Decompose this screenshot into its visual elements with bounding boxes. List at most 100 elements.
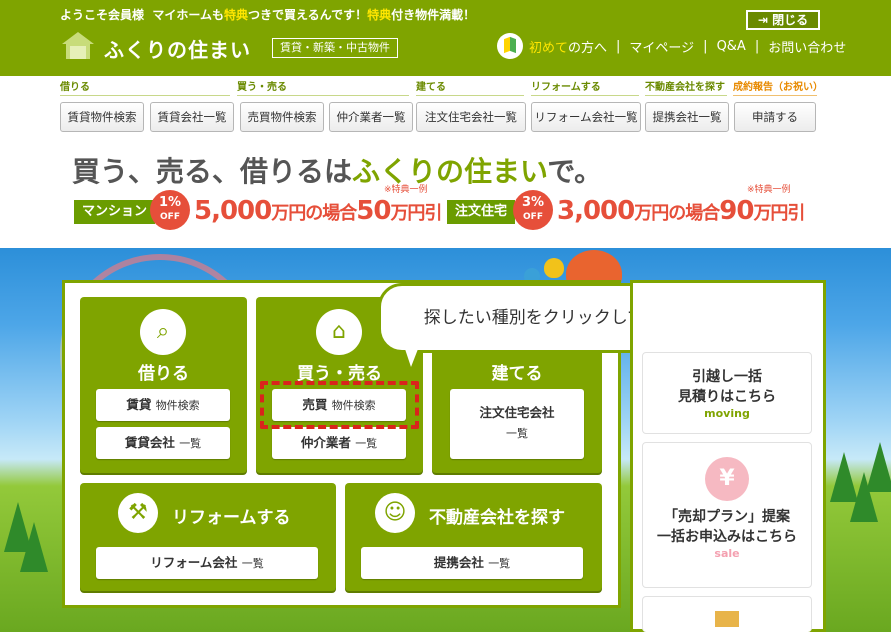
builder-list-b: 一覧 xyxy=(506,427,528,440)
moving-line2: 見積りはこちら xyxy=(678,389,776,405)
nav-separator: | xyxy=(754,38,760,54)
category-label-agency: 不動産会社を探す xyxy=(645,78,727,96)
nav-mypage[interactable]: マイページ xyxy=(629,37,694,56)
tools-icon: ⚒ xyxy=(118,493,158,533)
rent-company-b: 一覧 xyxy=(179,437,202,450)
nav-qa[interactable]: Q&A xyxy=(717,39,746,54)
rent-company-button[interactable]: 賃貸会社 一覧 xyxy=(96,427,230,459)
site-logo[interactable]: ふくりの住まい xyxy=(104,34,251,63)
sale-line2: 一括お申込みはこちら xyxy=(657,529,797,545)
nav-beginner-label: の方へ xyxy=(568,40,608,56)
rent-box: ⌕ 借りる 賃貸 物件検索 賃貸会社 一覧 xyxy=(80,297,247,473)
category-label-build: 建てる xyxy=(416,78,524,96)
promo-amount-a: 5,000 xyxy=(194,196,272,226)
sale-en: sale xyxy=(714,547,740,560)
category-label-reform: リフォームする xyxy=(531,78,639,96)
nav-builder-list-button[interactable]: 注文住宅会社一覧 xyxy=(416,102,526,132)
document-icon xyxy=(715,611,739,627)
rent-title: 借りる xyxy=(138,364,189,384)
house-icon: ⌂ xyxy=(316,309,362,355)
reform-title: リフォームする xyxy=(172,508,291,528)
nav-beginner[interactable]: 初めての方へ xyxy=(529,37,607,56)
category-label-rent: 借りる xyxy=(60,78,230,96)
discount-rate: 1% xyxy=(158,195,182,210)
close-label: 閉じる xyxy=(772,13,809,27)
promo-title-brand: ふくりの住まい xyxy=(352,155,548,188)
close-button[interactable]: ⇥ 閉じる xyxy=(746,10,820,30)
discount-badge: 1% OFF xyxy=(150,190,190,230)
welcome-text: ようこそ会員様 マイホームも特典つきで買えるんです！特典付き物件満載！ xyxy=(60,6,475,23)
promo-tag-custom-house: 注文住宅 xyxy=(447,200,516,224)
discount-rate: 3% xyxy=(521,195,545,210)
nav-beginner-highlight: 初めて xyxy=(529,40,569,56)
highlight-dashed-box xyxy=(260,381,419,429)
promo-title: 買う、売る、借りるはふくりの住まいで。 xyxy=(72,150,602,190)
promo-note: ※特典一例 xyxy=(747,185,791,195)
builder-list-button[interactable]: 注文住宅会社 一覧 xyxy=(450,389,584,459)
promo-amount-d: 万円引 xyxy=(390,203,442,224)
sale-plan-card[interactable]: ¥ 「売却プラン」提案 一括お申込みはこちら sale xyxy=(642,442,812,588)
beginner-mark-icon xyxy=(497,33,523,59)
promo-amount: 3,000万円の場合90万円引 xyxy=(557,196,805,226)
top-nav: 初めての方へ | マイページ | Q&A | お問い合わせ xyxy=(497,33,846,59)
nav-contact[interactable]: お問い合わせ xyxy=(768,37,846,56)
rent-search-button[interactable]: 賃貸 物件検索 xyxy=(96,389,230,421)
category-nav: 借りる 買う・売る 建てる リフォームする 不動産会社を探す 成約報告（お祝い）… xyxy=(0,78,891,138)
building-search-icon: ⌕ xyxy=(140,309,186,355)
discount-off: OFF xyxy=(160,212,180,222)
promo-title-c: で。 xyxy=(547,155,603,188)
partner-list-a: 提携会社 xyxy=(433,555,484,570)
agency-box: ☺ 不動産会社を探す 提携会社 一覧 xyxy=(345,483,602,591)
rent-search-b: 物件検索 xyxy=(155,399,200,412)
promo-amount-c: 90 xyxy=(719,196,754,226)
moving-estimate-card[interactable]: 引越し一括 見積りはこちら moving xyxy=(642,352,812,434)
nav-separator: | xyxy=(703,38,708,54)
reform-list-a: リフォーム会社 xyxy=(150,555,238,570)
partner-list-b: 一覧 xyxy=(488,557,511,570)
nav-sale-search-button[interactable]: 売買物件検索 xyxy=(240,102,324,132)
agency-title: 不動産会社を探す xyxy=(429,508,565,528)
promo-mansion[interactable]: マンション 1% OFF 5,000万円の場合50万円引 ※特典一例 xyxy=(74,185,444,230)
moving-en: moving xyxy=(704,407,750,420)
rent-company-a: 賃貸会社 xyxy=(124,435,175,450)
door-icon: ⇥ xyxy=(757,13,768,27)
sale-line1: 「売却プラン」提案 xyxy=(664,509,790,525)
rent-search-a: 賃貸 xyxy=(126,397,152,412)
promo-amount-d: 万円引 xyxy=(753,203,805,224)
discount-off: OFF xyxy=(523,212,543,222)
nav-reform-list-button[interactable]: リフォーム会社一覧 xyxy=(531,102,641,132)
welcome-msg: 付き物件満載！ xyxy=(391,8,476,22)
reform-list-button[interactable]: リフォーム会社 一覧 xyxy=(96,547,318,579)
promo-tag-mansion: マンション xyxy=(74,200,156,224)
broker-list-a: 仲介業者 xyxy=(300,435,351,450)
moving-line1: 引越し一括 xyxy=(692,369,762,385)
promo-title-a: 買う、売る、借りるは xyxy=(72,155,353,188)
reform-list-b: 一覧 xyxy=(241,557,264,570)
nav-separator: | xyxy=(616,38,621,54)
reform-box: ⚒ リフォームする リフォーム会社 一覧 xyxy=(80,483,336,591)
welcome-msg-highlight: 特典 xyxy=(367,8,392,22)
builder-list-a: 注文住宅会社 xyxy=(479,405,555,420)
welcome-msg: つきで買えるんです！ xyxy=(248,8,368,22)
yen-icon: ¥ xyxy=(705,457,749,501)
broker-list-button[interactable]: 仲介業者 一覧 xyxy=(272,427,406,459)
welcome-msg: マイホームも xyxy=(152,8,225,22)
promo-amount-b: 万円の場合 xyxy=(271,203,357,224)
house-logo-icon xyxy=(62,32,94,59)
partner-list-button[interactable]: 提携会社 一覧 xyxy=(361,547,583,579)
balloon-decoration xyxy=(544,258,564,278)
nav-rent-search-button[interactable]: 賃貸物件検索 xyxy=(60,102,144,132)
nav-partner-list-button[interactable]: 提携会社一覧 xyxy=(645,102,729,132)
logo-tagline: 賃貸・新築・中古物件 xyxy=(272,38,398,58)
build-title: 建てる xyxy=(491,364,543,384)
nav-rent-company-button[interactable]: 賃貸会社一覧 xyxy=(150,102,234,132)
side-card-partial[interactable] xyxy=(642,596,812,632)
nav-apply-button[interactable]: 申請する xyxy=(734,102,816,132)
promo-amount-c: 50 xyxy=(356,196,391,226)
callout-tail-inner xyxy=(405,349,418,367)
broker-list-b: 一覧 xyxy=(355,437,378,450)
welcome-msg-highlight: 特典 xyxy=(224,8,249,22)
promo-custom-house[interactable]: 注文住宅 3% OFF 3,000万円の場合90万円引 ※特典一例 xyxy=(447,185,817,230)
welcome-prefix: ようこそ会員様 xyxy=(60,8,145,22)
nav-broker-list-button[interactable]: 仲介業者一覧 xyxy=(329,102,413,132)
